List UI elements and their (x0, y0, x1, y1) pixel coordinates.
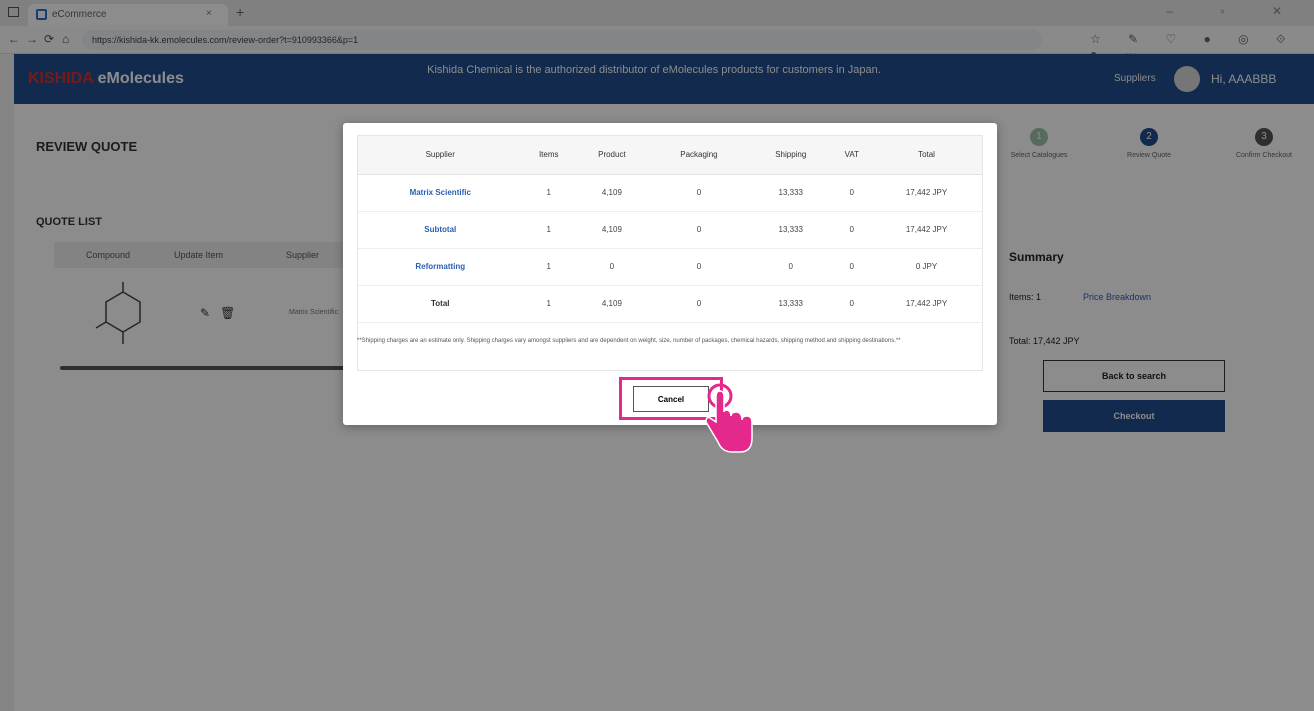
col-total: Total (871, 136, 982, 175)
table-row: Subtotal 1 4,109 0 13,333 0 17,442 JPY (358, 211, 982, 249)
cell-vat: 0 (832, 174, 872, 212)
cell-vat: 0 (832, 211, 872, 249)
table-header-row: Supplier Items Product Packaging Shippin… (358, 136, 982, 175)
cell-vat: 0 (832, 285, 872, 323)
pointer-hand-icon (705, 383, 753, 453)
col-vat: VAT (832, 136, 872, 175)
cell-items: 1 (522, 285, 575, 323)
col-packaging: Packaging (648, 136, 750, 175)
cell-shipping: 0 (749, 248, 833, 286)
cell-items: 1 (522, 248, 575, 286)
cell-packaging: 0 (648, 211, 750, 249)
cell-shipping: 13,333 (749, 285, 833, 323)
cell-total: 0 JPY (871, 248, 982, 286)
col-items: Items (522, 136, 575, 175)
cell-product: 4,109 (574, 285, 649, 323)
shipping-note: **Shipping charges are an estimate only.… (357, 338, 901, 344)
subtotal-link[interactable]: Subtotal (358, 211, 523, 249)
col-shipping: Shipping (749, 136, 833, 175)
cell-packaging: 0 (648, 248, 750, 286)
table-row: Matrix Scientific 1 4,109 0 13,333 0 17,… (358, 174, 982, 212)
reformatting-link[interactable]: Reformatting (358, 248, 523, 286)
cell-items: 1 (522, 174, 575, 212)
cell-total: 17,442 JPY (871, 174, 982, 212)
cell-total: 17,442 JPY (871, 285, 982, 323)
cell-vat: 0 (832, 248, 872, 286)
cell-packaging: 0 (648, 174, 750, 212)
cell-shipping: 13,333 (749, 174, 833, 212)
table-row-total: Total 1 4,109 0 13,333 0 17,442 JPY (358, 285, 982, 323)
cell-shipping: 13,333 (749, 211, 833, 249)
cell-product: 4,109 (574, 211, 649, 249)
price-breakdown-table: Supplier Items Product Packaging Shippin… (357, 135, 983, 371)
supplier-link[interactable]: Matrix Scientific (358, 174, 523, 212)
cell-product: 0 (574, 248, 649, 286)
cell-items: 1 (522, 211, 575, 249)
col-supplier: Supplier (358, 136, 523, 175)
table-row: Reformatting 1 0 0 0 0 0 JPY (358, 248, 982, 286)
cell-product: 4,109 (574, 174, 649, 212)
total-label: Total (358, 285, 523, 323)
cell-packaging: 0 (648, 285, 750, 323)
col-product: Product (574, 136, 649, 175)
cell-total: 17,442 JPY (871, 211, 982, 249)
